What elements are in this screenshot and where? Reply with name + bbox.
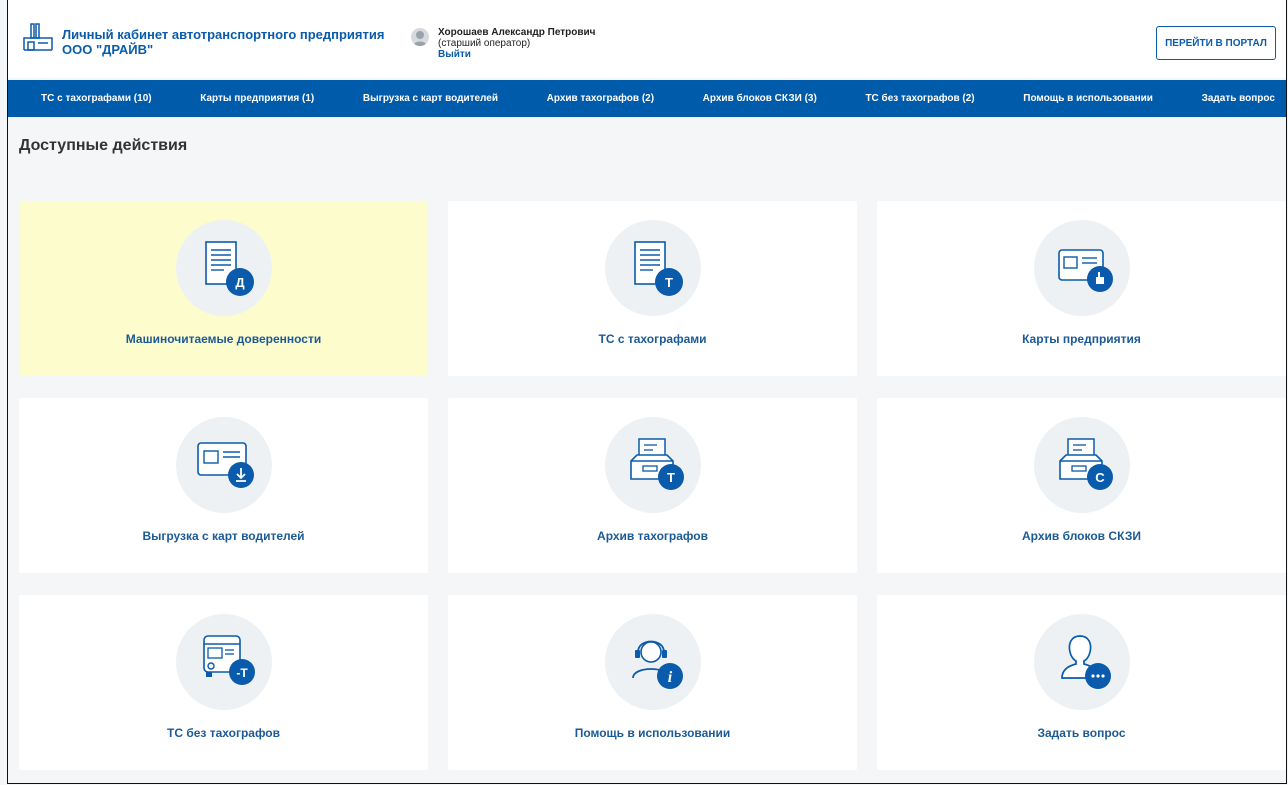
svg-text:Т: Т	[667, 470, 675, 485]
card-label: Задать вопрос	[1037, 726, 1126, 740]
nav-item-help[interactable]: Помощь в использовании	[1023, 93, 1153, 104]
card-driver-card-download[interactable]: Выгрузка с карт водителей	[19, 398, 428, 573]
card-label: Карты предприятия	[1022, 332, 1141, 346]
company-line-2: ООО "ДРАЙВ"	[62, 42, 154, 57]
card-label: Машиночитаемые доверенности	[125, 332, 322, 346]
document-icon: Д	[204, 241, 254, 296]
card-label: Выгрузка с карт водителей	[142, 529, 305, 543]
icon-circle: -Т	[175, 614, 272, 710]
avatar	[411, 28, 429, 46]
logout-link[interactable]: Выйти	[438, 49, 595, 60]
nav-item-skzi-archive[interactable]: Архив блоков СКЗИ (3)	[703, 93, 817, 104]
company-name: Личный кабинет автотранспортного предпри…	[62, 27, 384, 57]
icon-circle	[1033, 614, 1130, 710]
user-avatar-icon	[413, 31, 427, 46]
card-vehicles-without-tachographs[interactable]: -Т ТС без тахографов	[19, 595, 428, 770]
icon-circle: i	[604, 614, 701, 710]
svg-text:Т: Т	[665, 275, 673, 290]
nav-item-tachograph-archive[interactable]: Архив тахографов (2)	[547, 93, 654, 104]
card-power-of-attorney[interactable]: Д Машиночитаемые доверенности	[19, 201, 428, 376]
card-download-icon	[196, 442, 254, 488]
go-to-portal-button[interactable]: ПЕРЕЙТИ В ПОРТАЛ	[1156, 26, 1276, 60]
document-icon: Т	[633, 241, 683, 296]
card-label: ТС без тахографов	[166, 726, 281, 740]
building-logo-icon	[23, 23, 53, 51]
svg-text:-Т: -Т	[236, 666, 248, 680]
app-frame: Личный кабинет автотранспортного предпри…	[7, 0, 1287, 784]
page-title: Доступные действия	[19, 137, 188, 154]
user-role: (старший оператор)	[438, 38, 531, 49]
main-nav: ТС с тахографами (10) Карты предприятия …	[8, 80, 1286, 117]
nav-item-driver-card-download[interactable]: Выгрузка с карт водителей	[363, 93, 498, 104]
nav-item-ask-question[interactable]: Задать вопрос	[1202, 93, 1275, 104]
svg-text:Д: Д	[235, 275, 245, 290]
icon-circle: С	[1033, 417, 1130, 513]
company-line-1: Личный кабинет автотранспортного предпри…	[62, 27, 385, 42]
truck-icon: -Т	[202, 635, 255, 685]
icon-circle	[1033, 220, 1130, 316]
nav-item-vehicles-without-tachographs[interactable]: ТС без тахографов (2)	[865, 93, 974, 104]
card-label: Архив тахографов	[597, 529, 708, 543]
svg-text:С: С	[1095, 470, 1105, 485]
card-label: Помощь в использовании	[574, 726, 731, 740]
archive-icon: Т	[629, 438, 684, 490]
icon-circle: Т	[604, 220, 701, 316]
card-skzi-archive[interactable]: С Архив блоков СКЗИ	[877, 398, 1286, 573]
headset-icon: i	[631, 640, 683, 689]
card-help[interactable]: i Помощь в использовании	[448, 595, 857, 770]
user-question-icon	[1060, 635, 1111, 689]
user-info: Хорошаев Александр Петрович (старший опе…	[438, 27, 595, 60]
archive-icon: С	[1058, 438, 1113, 490]
header: Личный кабинет автотранспортного предпри…	[8, 0, 1286, 78]
nav-item-company-cards[interactable]: Карты предприятия (1)	[200, 93, 314, 104]
user-name: Хорошаев Александр Петрович	[438, 27, 596, 38]
card-company-cards[interactable]: Карты предприятия	[877, 201, 1286, 376]
nav-item-vehicles-with-tachographs[interactable]: ТС с тахографами (10)	[41, 93, 152, 104]
card-label: Архив блоков СКЗИ	[1022, 529, 1141, 543]
icon-circle	[175, 417, 272, 513]
svg-text:i: i	[667, 669, 672, 686]
icon-circle: Д	[175, 220, 272, 316]
card-ask-question[interactable]: Задать вопрос	[877, 595, 1286, 770]
card-tachograph-archive[interactable]: Т Архив тахографов	[448, 398, 857, 573]
card-icon	[1057, 249, 1113, 292]
card-vehicles-with-tachographs[interactable]: Т ТС с тахографами	[448, 201, 857, 376]
icon-circle: Т	[604, 417, 701, 513]
card-label: ТС с тахографами	[598, 332, 707, 346]
